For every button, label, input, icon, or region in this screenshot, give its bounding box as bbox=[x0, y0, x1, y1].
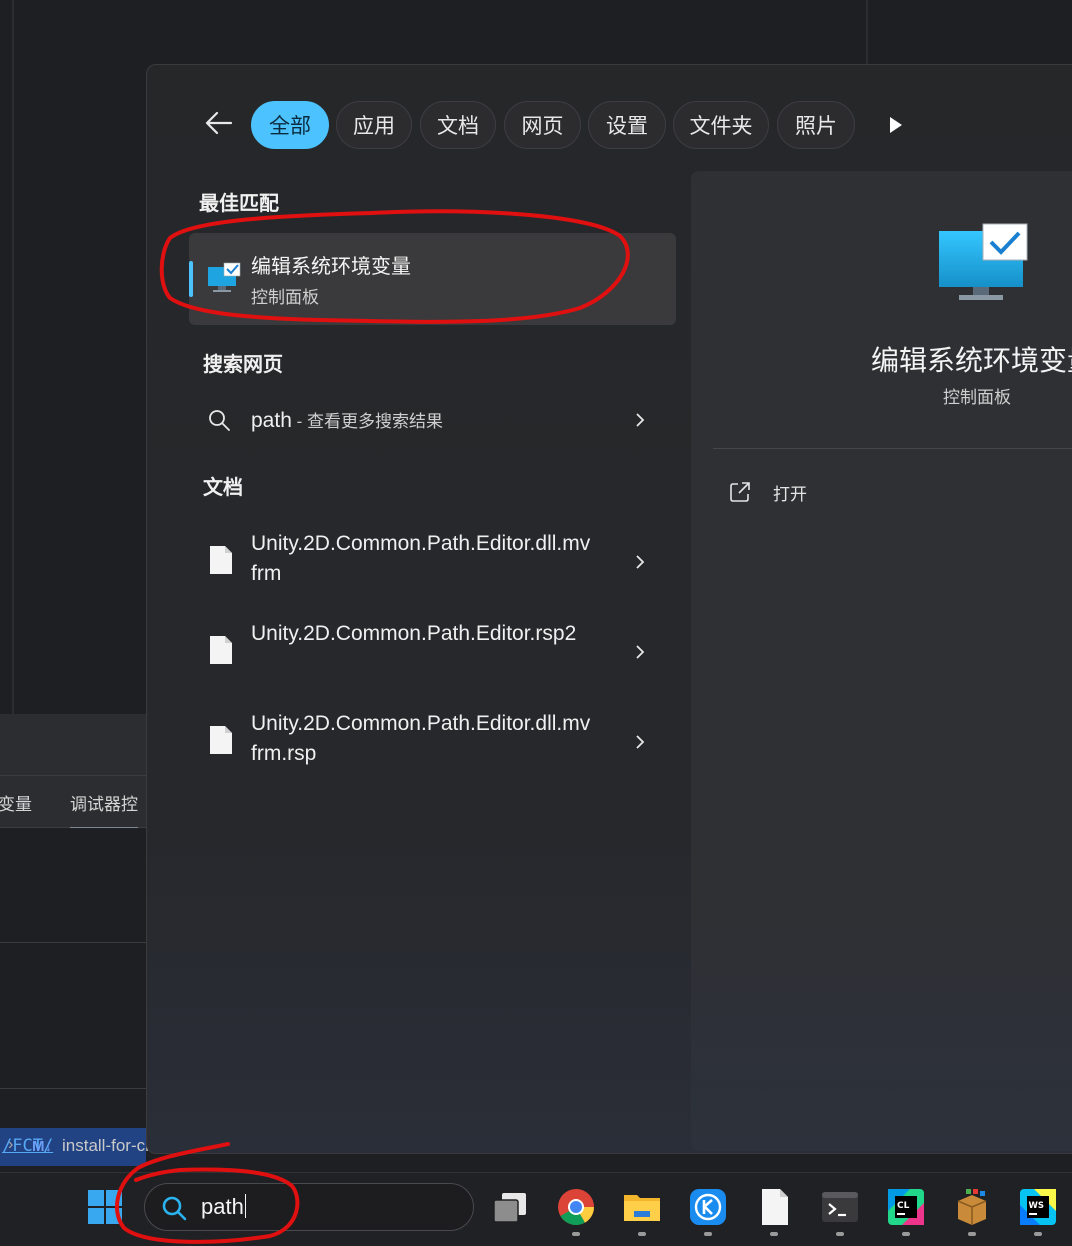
text-caret bbox=[244, 1194, 246, 1218]
document-result[interactable]: Unity.2D.Common.Path.Editor.dll.mvfrm bbox=[189, 529, 676, 609]
tab-variables[interactable]: 变量 bbox=[0, 790, 32, 815]
terminal-icon[interactable] bbox=[820, 1187, 860, 1227]
filter-folders[interactable]: 文件夹 bbox=[673, 101, 769, 149]
taskbar-search-input[interactable]: path bbox=[144, 1183, 474, 1231]
debug-panel-header bbox=[0, 714, 146, 776]
selection-indicator bbox=[189, 261, 193, 297]
section-web-search: 搜索网页 bbox=[203, 354, 283, 376]
chevron-right-icon[interactable]: › bbox=[8, 1136, 13, 1154]
taskbar: path CL WS bbox=[0, 1172, 1072, 1246]
document-result[interactable]: Unity.2D.Common.Path.Editor.dll.mvfrm.rs… bbox=[189, 709, 676, 789]
task-view-icon[interactable] bbox=[490, 1187, 530, 1227]
section-documents: 文档 bbox=[203, 477, 243, 499]
running-indicator bbox=[704, 1232, 712, 1236]
best-match-title: 编辑系统环境变量 bbox=[251, 256, 411, 278]
chevron-right-icon[interactable] bbox=[633, 411, 647, 429]
chevron-right-icon[interactable] bbox=[633, 553, 647, 571]
preview-pane: 编辑系统环境变量 控制面板 打开 bbox=[691, 171, 1072, 1151]
web-search-text: path - 查看更多搜索结果 bbox=[251, 407, 443, 433]
search-icon bbox=[209, 410, 230, 431]
search-flyout: 全部 应用 文档 网页 设置 文件夹 照片 最佳匹配 编辑系统环境变量 控制面板… bbox=[146, 64, 1072, 1154]
running-indicator bbox=[836, 1232, 844, 1236]
more-filters-icon[interactable] bbox=[887, 115, 905, 135]
system-properties-icon bbox=[208, 262, 241, 292]
filter-documents[interactable]: 文档 bbox=[420, 101, 496, 149]
open-label: 打开 bbox=[773, 485, 807, 504]
filter-photos[interactable]: 照片 bbox=[777, 101, 855, 149]
debug-panel-tabs: 变量 调试器控 bbox=[0, 776, 146, 829]
filter-all[interactable]: 全部 bbox=[251, 101, 329, 149]
chevron-right-icon[interactable] bbox=[633, 733, 647, 751]
running-indicator bbox=[902, 1232, 910, 1236]
webstorm-icon[interactable]: WS bbox=[1018, 1187, 1058, 1227]
search-text: path bbox=[201, 1194, 244, 1219]
file-icon bbox=[210, 546, 232, 574]
open-external-icon bbox=[730, 482, 750, 502]
filter-settings[interactable]: 设置 bbox=[588, 101, 666, 149]
best-match-subtitle: 控制面板 bbox=[251, 288, 319, 307]
section-best-match: 最佳匹配 bbox=[199, 193, 279, 215]
file-icon bbox=[210, 726, 232, 754]
file-explorer-icon[interactable] bbox=[622, 1187, 662, 1227]
tab-debugger-console[interactable]: 调试器控 bbox=[70, 790, 138, 829]
system-properties-icon bbox=[939, 223, 1028, 300]
document-name: Unity.2D.Common.Path.Editor.rsp2 bbox=[251, 622, 577, 645]
editor-divider bbox=[12, 0, 14, 714]
web-search-result[interactable]: path - 查看更多搜索结果 bbox=[189, 395, 676, 445]
filter-web[interactable]: 网页 bbox=[504, 101, 581, 149]
divider bbox=[713, 448, 1072, 449]
package-icon[interactable] bbox=[952, 1187, 992, 1227]
windows-start-icon[interactable] bbox=[88, 1190, 122, 1224]
chevron-right-icon[interactable] bbox=[633, 643, 647, 661]
filter-apps[interactable]: 应用 bbox=[336, 101, 412, 149]
document-name: Unity.2D.Common.Path.Editor.dll.mvfrm.rs… bbox=[251, 712, 591, 765]
taskbar-search-value: path bbox=[201, 1194, 246, 1220]
svg-text:CL: CL bbox=[897, 1201, 910, 1211]
document-icon[interactable] bbox=[754, 1187, 794, 1227]
preview-title: 编辑系统环境变量 bbox=[871, 345, 1072, 376]
clion-icon[interactable]: CL bbox=[886, 1187, 926, 1227]
editor-divider bbox=[866, 0, 868, 64]
search-icon bbox=[162, 1196, 187, 1221]
running-indicator bbox=[572, 1232, 580, 1236]
divider bbox=[0, 942, 146, 943]
document-name: Unity.2D.Common.Path.Editor.dll.mvfrm bbox=[251, 532, 591, 585]
best-match-result[interactable]: 编辑系统环境变量 控制面板 bbox=[189, 233, 676, 325]
document-result[interactable]: Unity.2D.Common.Path.Editor.rsp2 bbox=[189, 619, 676, 699]
running-indicator bbox=[770, 1232, 778, 1236]
markdown-icon: M↓ bbox=[32, 1138, 52, 1155]
running-indicator bbox=[968, 1232, 976, 1236]
back-arrow-icon[interactable] bbox=[203, 107, 235, 139]
svg-text:WS: WS bbox=[1029, 1201, 1045, 1211]
divider bbox=[0, 1088, 146, 1089]
file-icon bbox=[210, 636, 232, 664]
running-indicator bbox=[638, 1232, 646, 1236]
chrome-icon[interactable] bbox=[556, 1187, 596, 1227]
running-indicator bbox=[1034, 1232, 1042, 1236]
kugou-music-icon[interactable] bbox=[688, 1187, 728, 1227]
preview-subtitle: 控制面板 bbox=[943, 388, 1011, 407]
debug-panel-body: /FCT/ bbox=[0, 828, 146, 1203]
web-query-suffix: - 查看更多搜索结果 bbox=[291, 412, 443, 431]
web-query: path bbox=[251, 409, 292, 432]
debug-panel: 变量 调试器控 /FCT/ bbox=[0, 714, 146, 1203]
